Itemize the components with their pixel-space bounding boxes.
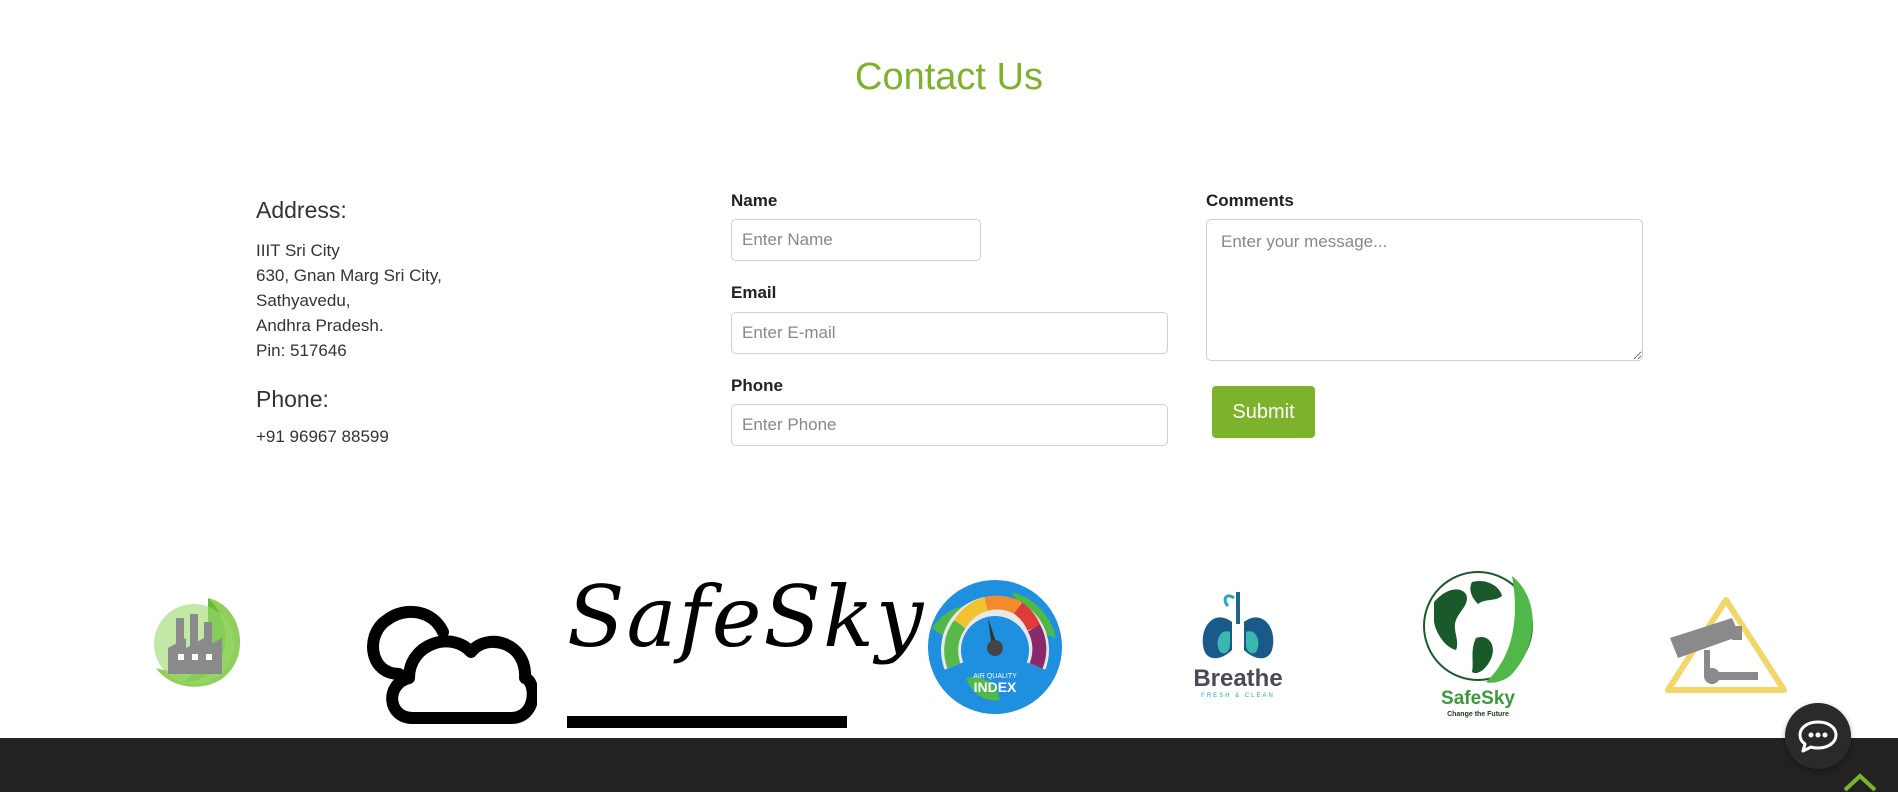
comments-label: Comments (1206, 191, 1294, 210)
breathe-title: Breathe (1193, 665, 1282, 692)
address-line: Sathyavedu, (256, 291, 351, 310)
globe-logo-subtitle: Change the Future (1447, 711, 1509, 718)
address-heading: Address: (256, 197, 347, 223)
wordmark-underline (567, 716, 847, 728)
safesky-wordmark-logo: SafeSky (567, 558, 923, 730)
chevron-up-icon[interactable] (1842, 772, 1878, 792)
chat-icon (1798, 720, 1838, 753)
globe-leaf-icon: SafeSky Change the Future (1423, 571, 1533, 718)
phone-label: Phone (731, 376, 783, 395)
email-input[interactable] (731, 312, 1168, 354)
cloud-icon (367, 606, 537, 724)
aqi-big-text: INDEX (974, 679, 1017, 695)
globe-logo-title: SafeSky (1441, 688, 1515, 709)
chat-button[interactable] (1785, 703, 1851, 769)
phone-number: +91 96967 88599 (256, 427, 389, 446)
phone-input[interactable] (731, 404, 1168, 446)
page-title: Contact Us (855, 56, 1043, 98)
address-line: 630, Gnan Marg Sri City, (256, 266, 442, 285)
email-label: Email (731, 283, 777, 302)
name-label: Name (731, 191, 778, 210)
name-input[interactable] (731, 219, 981, 261)
footer (0, 738, 1898, 792)
safesky-wordmark-text: SafeSky (567, 568, 926, 666)
address-line: Pin: 517646 (256, 341, 347, 360)
aqi-gauge-icon: AIR QUALITY INDEX (928, 580, 1062, 714)
factory-leaf-icon (154, 598, 241, 687)
address-block: IIIT Sri City 630, Gnan Marg Sri City, S… (256, 238, 442, 363)
lungs-icon: Breathe FRESH & CLEAN (1193, 592, 1283, 699)
cctv-warning-icon (1665, 597, 1787, 693)
submit-button[interactable]: Submit (1212, 386, 1315, 438)
phone-heading: Phone: (256, 386, 329, 412)
comments-textarea[interactable] (1206, 219, 1643, 361)
address-line: Andhra Pradesh. (256, 316, 384, 335)
address-line: IIIT Sri City (256, 241, 340, 260)
breathe-subtitle: FRESH & CLEAN (1201, 693, 1275, 699)
